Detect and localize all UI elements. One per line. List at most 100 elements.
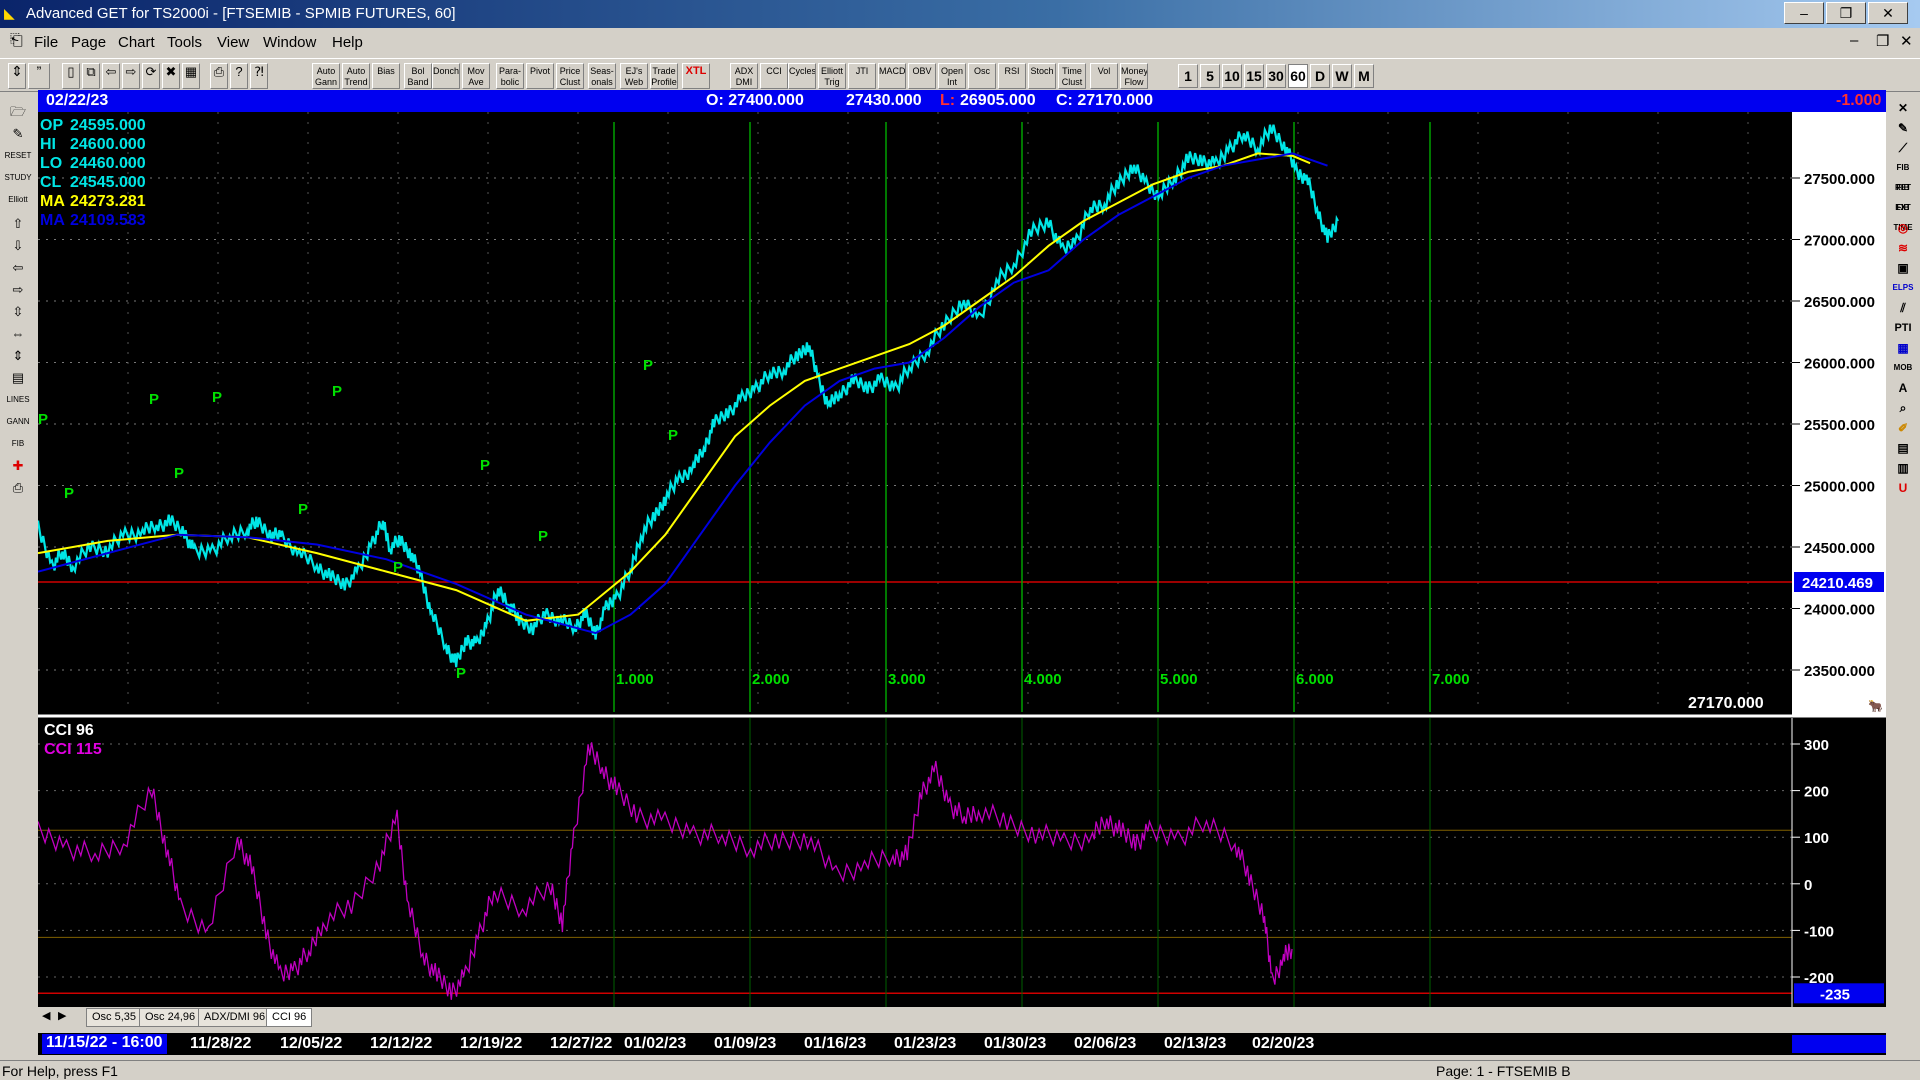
toolbar-mov-ave-button[interactable]: Mov Ave: [462, 63, 490, 89]
crosshair-icon[interactable]: ✚: [4, 456, 32, 476]
zoom-vertical-icon[interactable]: ⇳: [4, 302, 32, 322]
toolbar-auto-gann-button[interactable]: Auto Gann: [312, 63, 340, 89]
new-page-icon[interactable]: ▯: [62, 63, 80, 89]
zoom-icon[interactable]: ⌕: [1890, 398, 1916, 418]
fib-ret-icon[interactable]: FIB RET: [1890, 158, 1916, 192]
print-icon[interactable]: ⎙: [210, 63, 228, 89]
toolbar-bol-band-button[interactable]: Bol Band: [404, 63, 432, 89]
fib-time-icon[interactable]: FIB TIME: [1890, 198, 1916, 232]
interval-15-button[interactable]: 15: [1244, 64, 1264, 88]
toolbar-trade-profile-button[interactable]: Trade Profile: [650, 63, 678, 89]
grid-tool-icon[interactable]: ▦: [1890, 338, 1916, 358]
menu-file[interactable]: File: [34, 34, 58, 51]
arrow-down-icon[interactable]: ⇩: [4, 236, 32, 256]
delete-icon[interactable]: ✖: [162, 63, 180, 89]
tab-scroll-right-icon[interactable]: ▶: [58, 1009, 66, 1022]
pencil-icon[interactable]: ✎: [1890, 118, 1916, 138]
spiral-icon[interactable]: ◎: [1890, 218, 1916, 238]
interval-60-button[interactable]: 60: [1288, 64, 1308, 88]
toolbar-cycles-button[interactable]: Cycles: [788, 63, 816, 89]
help-pointer-icon[interactable]: ”: [28, 63, 50, 89]
toolbar-donch-button[interactable]: Donch: [432, 63, 460, 89]
menu-help[interactable]: Help: [332, 34, 363, 51]
interval-1-button[interactable]: 1: [1178, 64, 1198, 88]
toolbar-seas-onals-button[interactable]: Seas- onals: [588, 63, 616, 89]
text-tool-icon[interactable]: A: [1890, 378, 1916, 398]
toolbar-bias-button[interactable]: Bias: [372, 63, 400, 89]
elliott-icon[interactable]: Elliott: [4, 190, 32, 210]
fib-ext-icon[interactable]: FIB EXT: [1890, 178, 1916, 212]
toolbar-obv-button[interactable]: OBV: [908, 63, 936, 89]
toolbar-money-flow-button[interactable]: Money Flow: [1120, 63, 1148, 89]
toolbar-xtl-button[interactable]: XTL: [682, 63, 710, 89]
pti-icon[interactable]: PTI: [1890, 318, 1916, 338]
highlight-icon[interactable]: ✐: [1890, 418, 1916, 438]
trendline-icon[interactable]: ⟋: [1890, 138, 1916, 158]
toolbar-adx-dmi-button[interactable]: ADX DMI: [730, 63, 758, 89]
doc-minimize-button[interactable]: –: [1850, 32, 1858, 49]
toolbar-open-int-button[interactable]: Open Int: [938, 63, 966, 89]
interval-10-button[interactable]: 10: [1222, 64, 1242, 88]
doc-restore-button[interactable]: ❐: [1876, 32, 1889, 50]
scroll-right-icon[interactable]: ⇨: [122, 63, 140, 89]
menu-window[interactable]: Window: [263, 34, 316, 51]
tab-osc-24-96[interactable]: Osc 24,96: [139, 1008, 202, 1027]
toolbar-price-clust-button[interactable]: Price Clust: [556, 63, 584, 89]
reset-icon[interactable]: RESET: [4, 146, 32, 166]
toolbar-stoch-button[interactable]: Stoch: [1028, 63, 1056, 89]
x-cross-icon[interactable]: ✕: [1890, 98, 1916, 118]
mob-icon[interactable]: MOB: [1890, 358, 1916, 378]
toolbar-elliott-trig-button[interactable]: Elliott Trig: [818, 63, 846, 89]
arrow-right-icon[interactable]: ⇨: [4, 280, 32, 300]
chart-area[interactable]: 27500.000 27000.000 26500.000 26000.000 2550…: [38, 112, 1886, 1007]
interval-m-button[interactable]: M: [1354, 64, 1374, 88]
parallel-icon[interactable]: ⫽: [1890, 298, 1916, 318]
table-icon[interactable]: ▤: [4, 368, 32, 388]
menu-view[interactable]: View: [217, 34, 249, 51]
notes-icon[interactable]: ▥: [1890, 458, 1916, 478]
channel-icon[interactable]: ▣: [1890, 258, 1916, 278]
toolbar-ej-s-web-button[interactable]: EJ's Web: [620, 63, 648, 89]
close-button[interactable]: ✕: [1868, 2, 1908, 24]
draw-icon[interactable]: ✎: [4, 124, 32, 144]
toolbar-para-bolic-button[interactable]: Para- bolic: [496, 63, 524, 89]
toolbar-auto-trend-button[interactable]: Auto Trend: [342, 63, 370, 89]
toolbar-cci-button[interactable]: CCI: [760, 63, 788, 89]
calculator-icon[interactable]: ▤: [1890, 438, 1916, 458]
gann-icon[interactable]: GANN: [4, 412, 32, 432]
ellipse-icon[interactable]: ELPS: [1890, 278, 1916, 298]
arrow-left-icon[interactable]: ⇦: [4, 258, 32, 278]
compress-icon[interactable]: ⇕: [4, 346, 32, 366]
toolbar-vol-button[interactable]: Vol: [1090, 63, 1118, 89]
maximize-button[interactable]: ❐: [1826, 2, 1866, 24]
toolbar-rsi-button[interactable]: RSI: [998, 63, 1026, 89]
arrow-up-icon[interactable]: ⇧: [4, 214, 32, 234]
print-chart-icon[interactable]: ⎙: [4, 478, 32, 498]
magnet-icon[interactable]: U: [1890, 478, 1916, 498]
doc-close-button[interactable]: ✕: [1900, 32, 1913, 50]
menu-tools[interactable]: Tools: [167, 34, 202, 51]
refresh-icon[interactable]: ⟳: [142, 63, 160, 89]
copy-icon[interactable]: ⧉: [82, 63, 100, 89]
menu-chart[interactable]: Chart: [118, 34, 155, 51]
toolbar-macd-button[interactable]: MACD: [878, 63, 906, 89]
menu-page[interactable]: Page: [71, 34, 106, 51]
open-icon[interactable]: 🗁: [4, 102, 32, 122]
fan-icon[interactable]: ≋: [1890, 238, 1916, 258]
cursor-icon[interactable]: ⇕: [8, 63, 26, 89]
tab-osc-5-35[interactable]: Osc 5,35: [86, 1008, 143, 1027]
toolbar-pivot-button[interactable]: Pivot: [526, 63, 554, 89]
lines-icon[interactable]: LINES: [4, 390, 32, 410]
toolbar-osc-button[interactable]: Osc: [968, 63, 996, 89]
toolbar-time-clust-button[interactable]: Time Clust: [1058, 63, 1086, 89]
context-help-icon[interactable]: ⁈: [250, 63, 268, 89]
grid-icon[interactable]: ▦: [182, 63, 200, 89]
interval-d-button[interactable]: D: [1310, 64, 1330, 88]
study-icon[interactable]: STUDY: [4, 168, 32, 188]
toolbar-jti-button[interactable]: JTI: [848, 63, 876, 89]
tab-cci-96[interactable]: CCI 96: [266, 1008, 313, 1027]
tab-scroll-left-icon[interactable]: ◀: [42, 1009, 50, 1022]
minimize-button[interactable]: –: [1784, 2, 1824, 24]
scroll-left-icon[interactable]: ⇦: [102, 63, 120, 89]
interval-w-button[interactable]: W: [1332, 64, 1352, 88]
